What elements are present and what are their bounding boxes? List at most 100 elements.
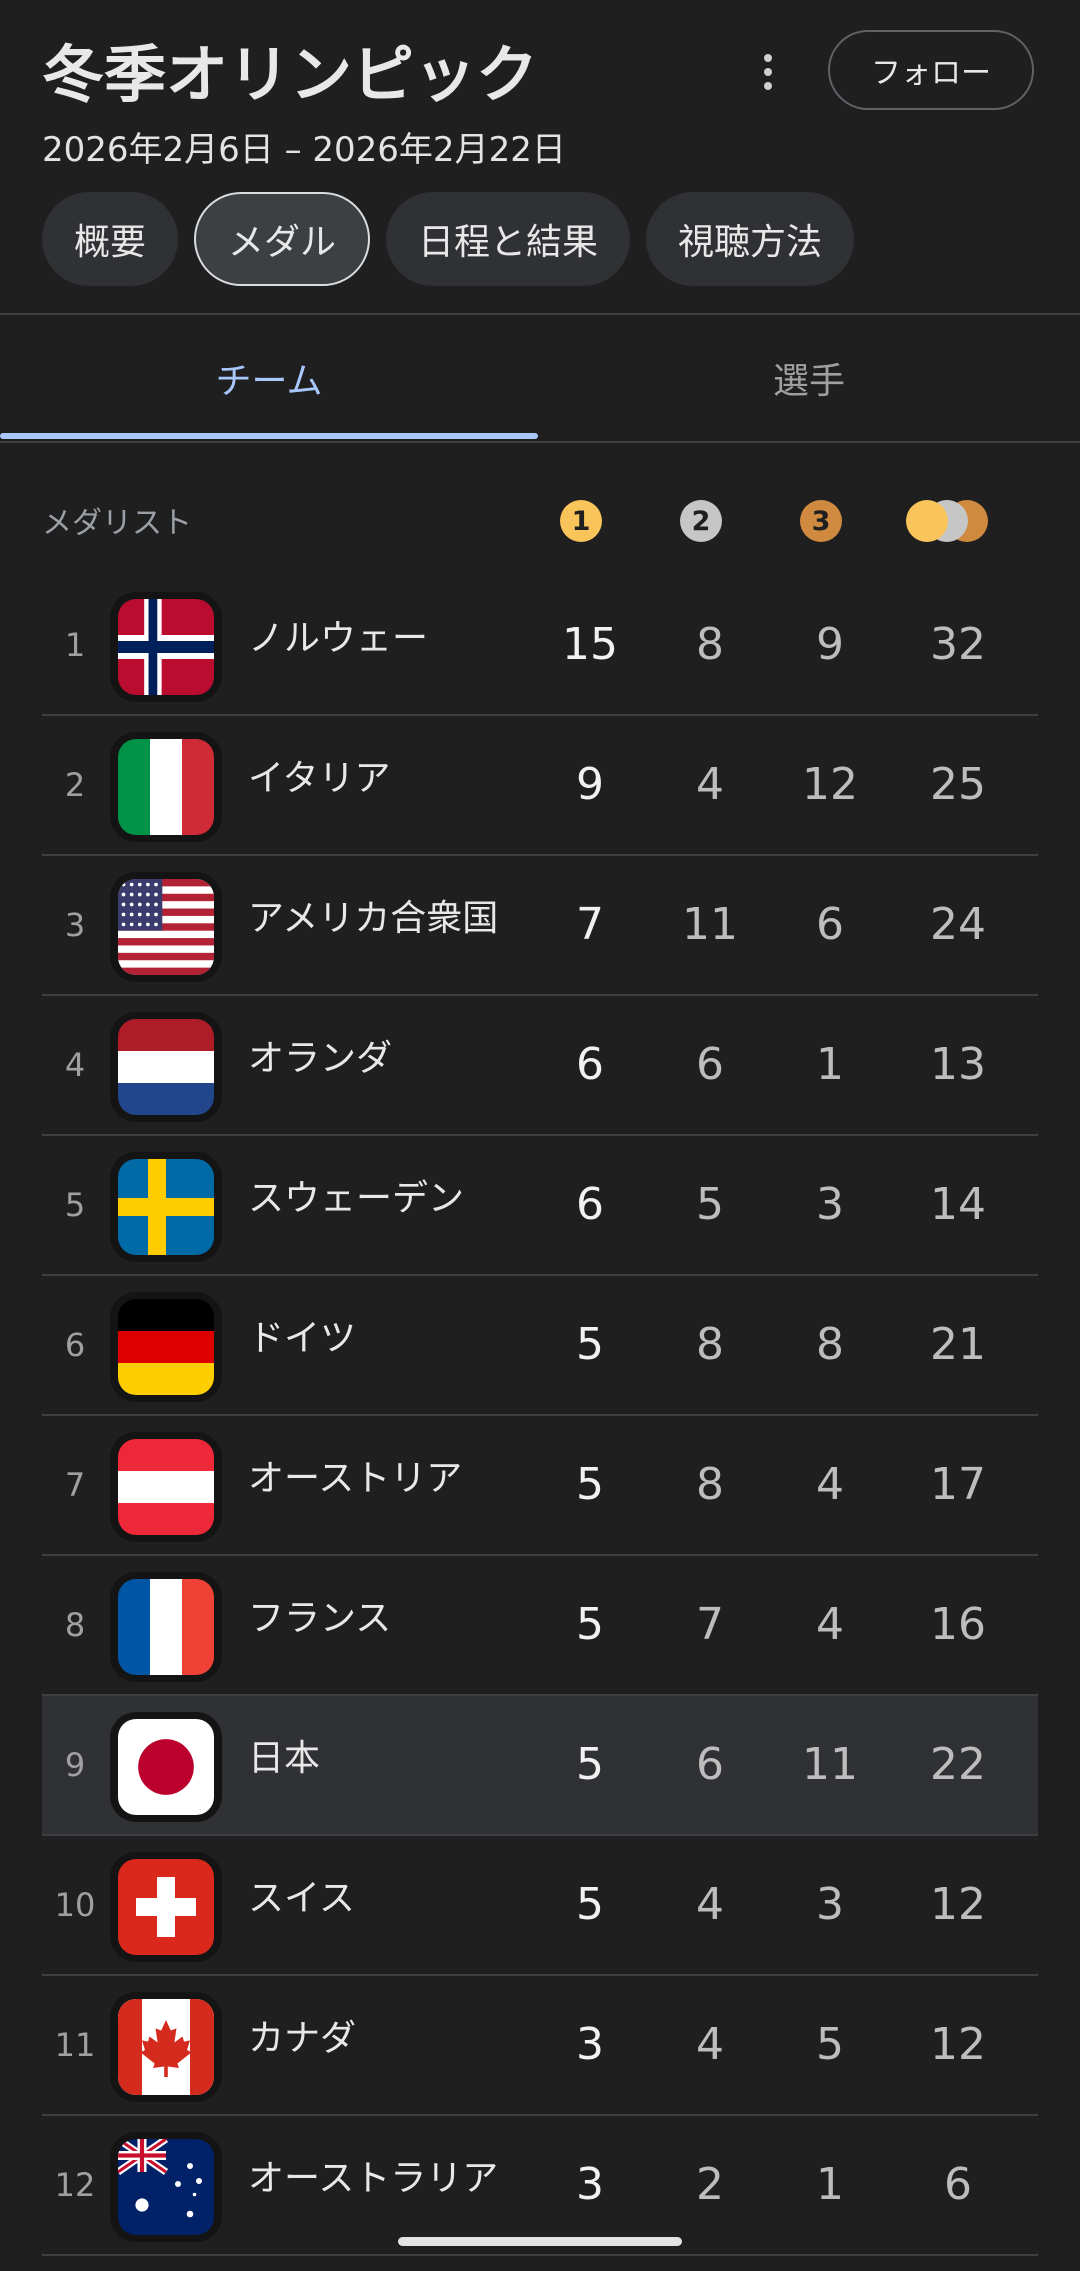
country-name: フランス — [248, 1598, 392, 1639]
bronze-count: 4 — [816, 1599, 844, 1650]
silver-medal-icon: 2 — [680, 500, 722, 542]
follow-button[interactable]: フォロー — [828, 30, 1034, 110]
country-name: スイス — [248, 1878, 355, 1919]
country-name: 日本 — [248, 1738, 321, 1779]
flag-container — [110, 1432, 222, 1542]
country-name: オーストラリア — [248, 2158, 499, 2199]
rank: 3 — [64, 906, 86, 944]
bronze-count: 5 — [816, 2019, 844, 2070]
tab-divider — [0, 441, 1080, 443]
flag-container — [110, 1992, 222, 2102]
country-name: ノルウェー — [248, 618, 429, 659]
austria-flag — [118, 1439, 214, 1535]
total-count: 16 — [930, 1599, 986, 1650]
sweden-flag — [118, 1159, 214, 1255]
germany-flag — [118, 1299, 214, 1395]
gold-count: 6 — [576, 1039, 604, 1090]
table-row[interactable]: 3 アメリカ合衆国 7 11 6 24 — [42, 856, 1038, 996]
rank: 12 — [54, 2166, 96, 2204]
gold-count: 5 — [576, 1319, 604, 1370]
home-indicator[interactable] — [398, 2237, 682, 2246]
bronze-count: 9 — [816, 619, 844, 670]
total-count: 21 — [930, 1319, 986, 1370]
tab-team[interactable]: チーム — [0, 315, 538, 441]
silver-count: 11 — [682, 899, 738, 950]
total-medals-icon — [906, 500, 1006, 544]
canada-flag — [118, 1999, 214, 2095]
country-name: ドイツ — [248, 1318, 357, 1359]
chip-how-to-watch[interactable]: 視聴方法 — [646, 192, 855, 286]
table-row[interactable]: 7 オーストリア 5 8 4 17 — [42, 1416, 1038, 1556]
total-count: 6 — [944, 2159, 972, 2210]
table-row[interactable]: 1 ノルウェー 15 8 9 32 — [42, 576, 1038, 716]
flag-container — [110, 1152, 222, 1262]
silver-count: 6 — [696, 1739, 724, 1790]
total-count: 32 — [930, 619, 986, 670]
rank: 7 — [64, 1466, 86, 1504]
flag-container — [110, 2132, 222, 2242]
medal-table: 1 ノルウェー 15 8 9 32 2 イタリア 9 4 12 25 3 アメリカ合衆国 7 11 6 24 4 オラ… — [42, 576, 1038, 2256]
bronze-count: 4 — [816, 1459, 844, 1510]
gold-count: 3 — [576, 2019, 604, 2070]
total-count: 12 — [930, 2019, 986, 2070]
rank: 8 — [64, 1606, 86, 1644]
tab-bar: チーム 選手 — [0, 315, 1080, 443]
chip-schedule-results[interactable]: 日程と結果 — [386, 192, 631, 286]
table-row[interactable]: 2 イタリア 9 4 12 25 — [42, 716, 1038, 856]
table-row[interactable]: 10 スイス 5 4 3 12 — [42, 1836, 1038, 1976]
australia-flag — [118, 2139, 214, 2235]
page-title: 冬季オリンピック — [42, 38, 539, 111]
gold-count: 5 — [576, 1879, 604, 1930]
table-header: メダリスト 1 2 3 — [0, 480, 1080, 560]
chip-overview[interactable]: 概要 — [42, 192, 179, 286]
gold-count: 5 — [576, 1459, 604, 1510]
switzerland-flag — [118, 1859, 214, 1955]
bronze-count: 1 — [816, 2159, 844, 2210]
section-chips: 概要 メダル 日程と結果 視聴方法 — [42, 192, 855, 286]
flag-container — [110, 1572, 222, 1682]
table-row[interactable]: 8 フランス 5 7 4 16 — [42, 1556, 1038, 1696]
country-name: スウェーデン — [248, 1178, 465, 1219]
table-row[interactable]: 12 オーストラリア 3 2 1 6 — [42, 2116, 1038, 2256]
rank: 6 — [64, 1326, 86, 1364]
flag-container — [110, 592, 222, 702]
more-options-icon[interactable] — [748, 48, 788, 98]
gold-count: 6 — [576, 1179, 604, 1230]
silver-count: 8 — [696, 619, 724, 670]
rank: 4 — [64, 1046, 86, 1084]
japan-flag — [118, 1719, 214, 1815]
silver-count: 6 — [696, 1039, 724, 1090]
flag-container — [110, 1712, 222, 1822]
header: 冬季オリンピック 2026年2月6日 – 2026年2月22日 フォロー 概要 … — [0, 0, 1080, 314]
gold-count: 3 — [576, 2159, 604, 2210]
silver-count: 4 — [696, 1879, 724, 1930]
silver-count: 4 — [696, 759, 724, 810]
total-count: 12 — [930, 1879, 986, 1930]
total-count: 17 — [930, 1459, 986, 1510]
gold-count: 7 — [576, 899, 604, 950]
gold-medal-icon: 1 — [560, 500, 602, 542]
silver-count: 4 — [696, 2019, 724, 2070]
active-tab-indicator — [0, 433, 538, 439]
silver-count: 8 — [696, 1319, 724, 1370]
rank: 9 — [64, 1746, 86, 1784]
chip-medals[interactable]: メダル — [194, 192, 371, 286]
table-row[interactable]: 4 オランダ 6 6 1 13 — [42, 996, 1038, 1136]
medalist-label: メダリスト — [42, 506, 192, 541]
norway-flag — [118, 599, 214, 695]
silver-count: 2 — [696, 2159, 724, 2210]
table-row[interactable]: 9 日本 5 6 11 22 — [42, 1696, 1038, 1836]
bronze-count: 6 — [816, 899, 844, 950]
bronze-count: 11 — [802, 1739, 858, 1790]
gold-count: 9 — [576, 759, 604, 810]
bronze-count: 3 — [816, 1879, 844, 1930]
table-row[interactable]: 6 ドイツ 5 8 8 21 — [42, 1276, 1038, 1416]
country-name: カナダ — [248, 2018, 357, 2059]
silver-count: 8 — [696, 1459, 724, 1510]
event-dates: 2026年2月6日 – 2026年2月22日 — [42, 130, 566, 170]
table-row[interactable]: 11 カナダ 3 4 5 12 — [42, 1976, 1038, 2116]
italy-flag — [118, 739, 214, 835]
tab-player[interactable]: 選手 — [540, 315, 1078, 441]
table-row[interactable]: 5 スウェーデン 6 5 3 14 — [42, 1136, 1038, 1276]
country-name: イタリア — [248, 758, 391, 799]
